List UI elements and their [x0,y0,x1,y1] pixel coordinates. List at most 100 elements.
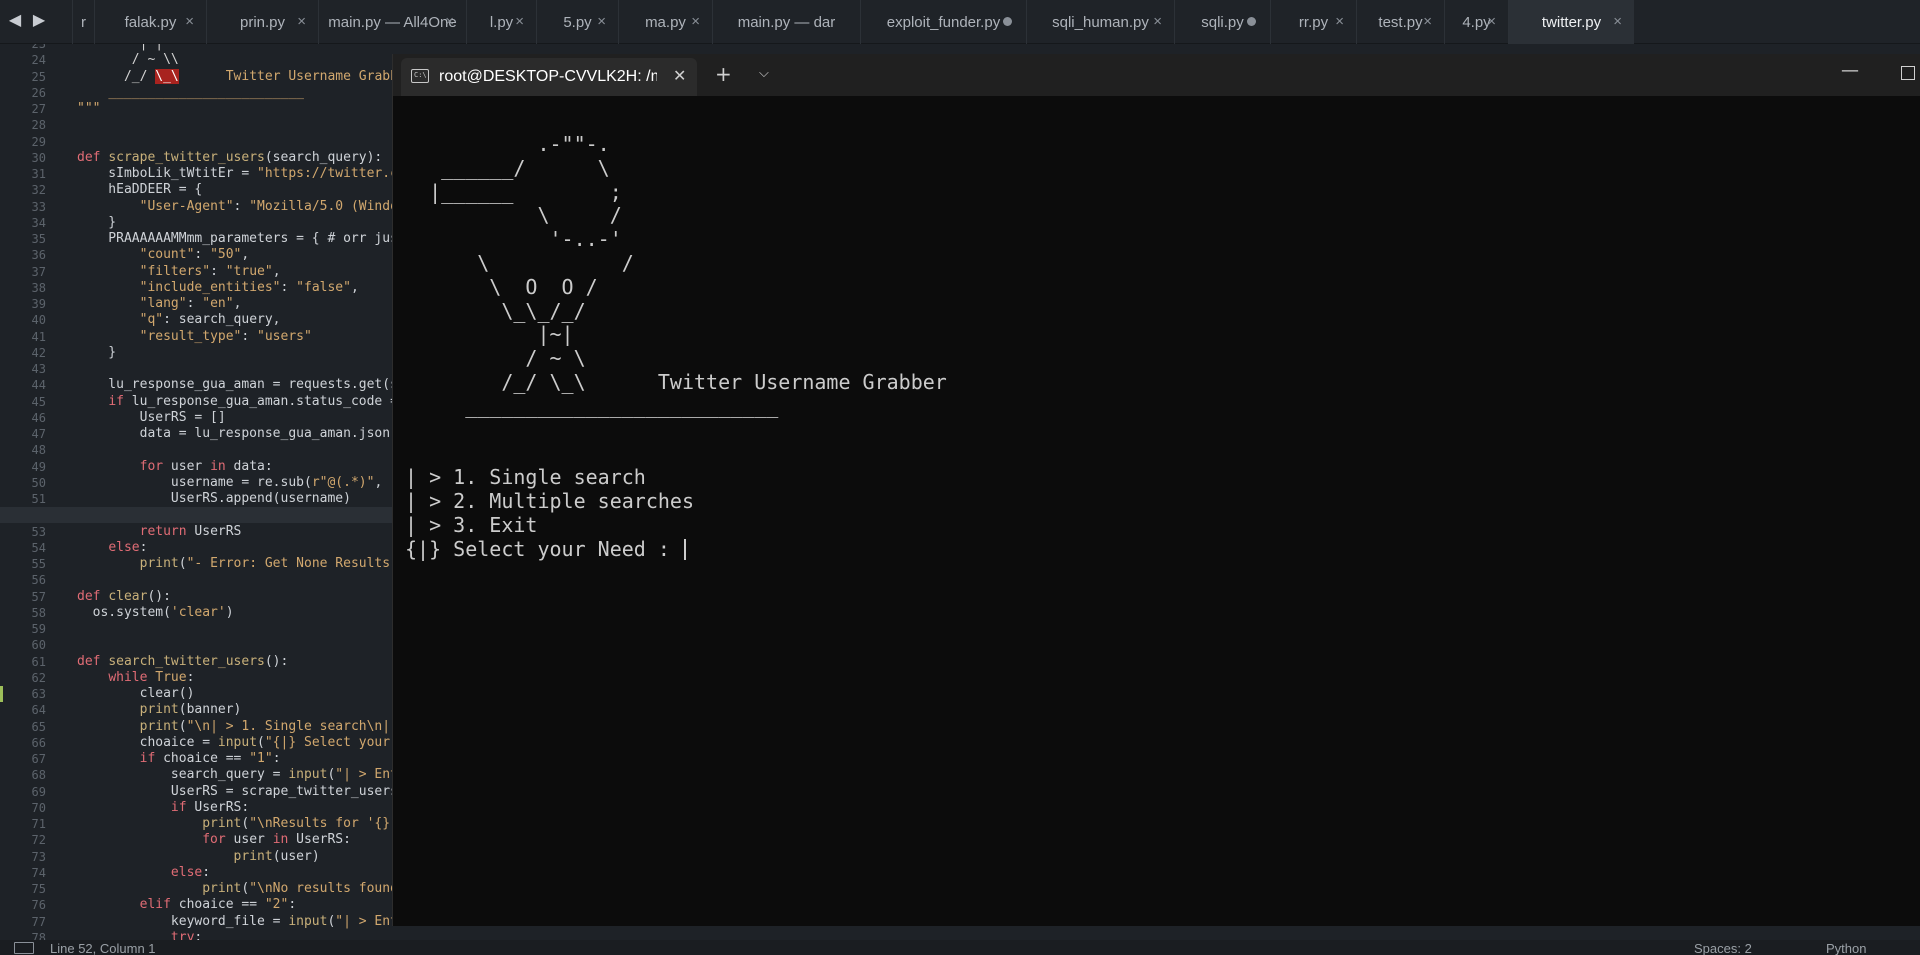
code-line[interactable]: 71 print("\nResults for '{}':") [0,816,395,832]
code-line[interactable]: 47 data = lu_response_gua_aman.json() [0,426,395,442]
terminal-prompt[interactable]: {|} Select your Need : [405,537,686,561]
code-line[interactable]: 57 def clear(): [0,589,395,605]
code-line[interactable]: 51 UserRS.append(username) [0,491,395,507]
code-line[interactable]: 30 def scrape_twitter_users(search_query)… [0,150,395,166]
unsaved-dot-icon[interactable] [1247,17,1256,26]
close-icon[interactable]: × [1153,13,1162,30]
code-line[interactable]: 27 """ [0,101,395,117]
code-line[interactable]: 70 if UserRS: [0,800,395,816]
code-line[interactable]: 26 _________________________ [0,85,395,101]
code-line[interactable]: 54 else: [0,540,395,556]
code-line[interactable]: 34 } [0,215,395,231]
maximize-button[interactable] [1901,66,1915,80]
code-line[interactable]: 48 [0,442,395,458]
code-line[interactable]: 25 /_/ \_\ Twitter Username Grabber [0,68,395,85]
close-icon[interactable]: ✕ [673,66,686,85]
arrow-right-icon[interactable]: ▶ [32,10,46,29]
close-icon[interactable]: × [297,13,306,30]
code-line[interactable]: 29 [0,134,395,150]
code-line[interactable]: 23 |~| [0,44,395,52]
close-icon[interactable]: × [597,13,606,30]
code-line[interactable]: 59 [0,621,395,637]
cursor-position[interactable]: Line 52, Column 1 [50,941,156,955]
tab-10[interactable]: sqli.py [1174,0,1270,44]
code-line[interactable]: 55 print("- Error: Get None Results ") [0,556,395,572]
code-line[interactable]: 64 print(banner) [0,702,395,718]
code-line[interactable]: 36 "count": "50", [0,247,395,263]
code-line[interactable]: 37 "filters": "true", [0,264,395,280]
tab-2[interactable]: prin.py × [206,0,318,44]
code-line[interactable]: 24 / ~ \\ [0,52,395,68]
code-line[interactable]: 31 sImboLik_tWtitEr = "https://twitter.c… [0,166,395,182]
code-line[interactable]: 58 os.system('clear') [0,605,395,621]
code-line[interactable]: 68 search_query = input("| > Enter query… [0,767,395,783]
minimize-button[interactable]: — [1841,60,1859,81]
close-icon[interactable]: × [691,13,700,30]
terminal-window[interactable]: C:\ root@DESKTOP-CVVLK2H: /mnt ✕ + ⌵ — .… [392,54,1920,926]
code-line[interactable]: 38 "include_entities": "false", [0,280,395,296]
new-tab-button[interactable]: + [715,62,732,86]
tab-3[interactable]: main.py — All4One × [318,0,466,44]
tab-13[interactable]: 4.py × [1444,0,1508,44]
close-icon[interactable]: × [1423,13,1432,30]
panel-toggle-icon[interactable] [14,942,34,954]
code-editor[interactable]: 23 |~|24 / ~ \\25 /_/ \_\ Twitter Userna… [0,44,395,942]
terminal-output[interactable]: .-""-. ______/ \ |______ ; \ / '-..-' \ … [393,96,1920,926]
terminal-tab[interactable]: C:\ root@DESKTOP-CVVLK2H: /mnt ✕ [401,58,697,96]
code-line[interactable]: 74 else: [0,865,395,881]
close-icon[interactable]: × [1335,13,1344,30]
close-icon[interactable]: × [185,13,194,30]
code-line[interactable]: 32 hEaDDEER = { [0,182,395,198]
code-line[interactable]: 53 return UserRS [0,524,395,540]
code-line[interactable]: 63 clear() [0,686,395,702]
code-line[interactable]: 45 if lu_response_gua_aman.status_code =… [0,394,395,410]
code-line[interactable]: 35 PRAAAAAAMMmm_parameters = { # orr jus… [0,231,395,247]
code-line[interactable]: 72 for user in UserRS: [0,832,395,848]
code-line[interactable]: 43 [0,361,395,377]
close-icon[interactable]: × [1487,13,1496,30]
tab-9[interactable]: sqli_human.py × [1026,0,1174,44]
close-icon[interactable]: × [515,13,524,30]
tab-1[interactable]: falak.py × [94,0,206,44]
indentation-setting[interactable]: Spaces: 2 [1694,941,1752,955]
close-icon[interactable]: × [445,13,454,30]
arrow-left-icon[interactable]: ◀ [8,10,22,29]
unsaved-dot-icon[interactable] [1003,17,1012,26]
code-line[interactable]: 76 elif choaice == "2": [0,897,395,913]
code-line[interactable]: 61 def search_twitter_users(): [0,654,395,670]
close-icon[interactable]: × [1613,13,1622,30]
code-line[interactable]: 73 print(user) [0,849,395,865]
tab-0[interactable]: r [72,0,94,44]
code-line[interactable]: 33 "User-Agent": "Mozilla/5.0 (Windows N… [0,199,395,215]
tab-5[interactable]: 5.py × [536,0,618,44]
code-line[interactable]: 66 choaice = input("{|} Select your Need… [0,735,395,751]
code-line[interactable]: 67 if choaice == "1": [0,751,395,767]
code-text: search_query = input("| > Enter query : … [77,767,395,783]
tab-7[interactable]: main.py — dar [712,0,860,44]
code-line[interactable]: 60 [0,637,395,653]
code-line[interactable]: 50 username = re.sub(r"@(.*)", r"\1", us… [0,475,395,491]
code-line[interactable]: 28 [0,117,395,133]
code-line[interactable]: 65 print("\n| > 1. Single search\n| > 2.… [0,719,395,735]
tab-12[interactable]: test.py × [1356,0,1444,44]
code-line[interactable]: 40 "q": search_query, [0,312,395,328]
tab-14[interactable]: twitter.py × [1508,0,1634,44]
code-line[interactable]: 56 [0,572,395,588]
code-line[interactable]: 69 UserRS = scrape_twitter_users(search_… [0,784,395,800]
code-line[interactable] [0,507,395,524]
code-line[interactable]: 77 keyword_file = input("| > Enter keywo… [0,914,395,930]
code-line[interactable]: 46 UserRS = [] [0,410,395,426]
code-line[interactable]: 42 } [0,345,395,361]
chevron-down-icon[interactable]: ⌵ [759,66,769,81]
code-line[interactable]: 44 lu_response_gua_aman = requests.get(s… [0,377,395,393]
syntax-language[interactable]: Python [1826,941,1866,955]
tab-6[interactable]: ma.py × [618,0,712,44]
tab-4[interactable]: l.py × [466,0,536,44]
code-line[interactable]: 62 while True: [0,670,395,686]
tab-11[interactable]: rr.py × [1270,0,1356,44]
code-line[interactable]: 39 "lang": "en", [0,296,395,312]
code-line[interactable]: 75 print("\nNo results found") [0,881,395,897]
tab-8[interactable]: exploit_funder.py [860,0,1026,44]
code-line[interactable]: 41 "result_type": "users" [0,329,395,345]
code-line[interactable]: 49 for user in data: [0,459,395,475]
